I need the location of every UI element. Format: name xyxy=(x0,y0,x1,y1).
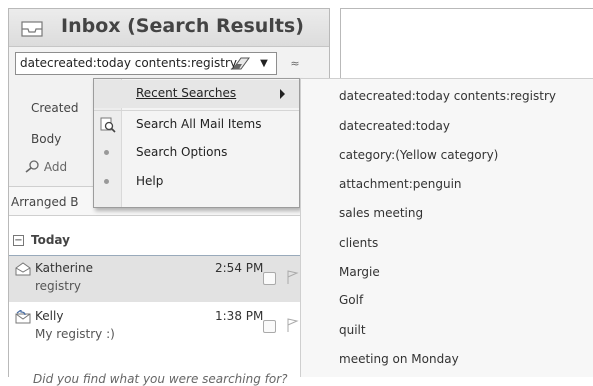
menu-item-label: Search All Mail Items xyxy=(136,117,262,131)
search-input-value: datecreated:today contents:registry xyxy=(20,56,237,70)
envelope-reply-icon xyxy=(15,310,31,324)
recent-search-item[interactable]: attachment:penguin xyxy=(339,177,462,191)
recent-search-item[interactable]: datecreated:today xyxy=(339,119,450,133)
pane-title: Inbox (Search Results) xyxy=(61,15,304,37)
reading-pane xyxy=(340,8,593,78)
bullet-icon xyxy=(104,150,109,155)
recent-searches-submenu: datecreated:today contents:registry date… xyxy=(300,78,593,377)
mail-time: 2:54 PM xyxy=(215,261,264,275)
mail-sender: Kelly xyxy=(35,309,64,323)
mail-subject: registry xyxy=(35,279,81,293)
criteria-body[interactable]: Body xyxy=(31,132,61,146)
group-header-today[interactable]: − Today xyxy=(9,230,329,256)
recent-search-item[interactable]: meeting on Monday xyxy=(339,352,459,366)
group-label: Today xyxy=(31,233,70,247)
search-dropdown-menu: Recent Searches Search All Mail Items Se… xyxy=(93,78,300,208)
recent-search-item[interactable]: Margie xyxy=(339,265,380,279)
pane-header: Inbox (Search Results) xyxy=(9,9,329,47)
submenu-arrow-icon xyxy=(280,89,285,99)
mail-subject: My registry :) xyxy=(35,327,115,341)
message-list: − Today Katherine registry 2:54 PM Kelly… xyxy=(9,216,329,386)
criteria-created[interactable]: Created xyxy=(31,101,79,115)
mail-sender: Katherine xyxy=(35,261,93,275)
search-icon xyxy=(100,117,116,133)
list-item[interactable]: Katherine registry 2:54 PM xyxy=(9,256,329,302)
list-item[interactable]: Kelly My registry :) 1:38 PM xyxy=(9,304,329,350)
menu-item-search-options[interactable]: Search Options xyxy=(94,139,299,167)
menu-item-label: Help xyxy=(136,174,164,188)
recent-search-item[interactable]: quilt xyxy=(339,323,366,337)
arrange-by-label: Arranged B xyxy=(11,195,79,209)
menu-item-label: Recent Searches xyxy=(136,86,236,100)
inbox-icon xyxy=(21,21,43,37)
add-criteria-label: Add xyxy=(43,160,68,174)
eraser-icon[interactable] xyxy=(230,55,252,72)
flag-icon[interactable] xyxy=(285,269,299,285)
search-input[interactable]: datecreated:today contents:registry ▼ xyxy=(15,52,277,75)
search-feedback-link[interactable]: Did you find what you were searching for… xyxy=(33,372,288,386)
menu-item-text: Recent Searches xyxy=(136,86,237,100)
menu-item-search-all[interactable]: Search All Mail Items xyxy=(94,110,299,138)
recent-search-item[interactable]: Golf xyxy=(339,293,363,307)
recent-search-item[interactable]: datecreated:today contents:registry xyxy=(339,89,556,103)
mail-time: 1:38 PM xyxy=(215,309,264,323)
menu-item-recent-searches[interactable]: Recent Searches xyxy=(94,80,299,108)
add-criteria-button[interactable]: Add xyxy=(25,160,67,174)
collapse-toggle-icon[interactable]: − xyxy=(13,235,24,246)
menu-item-label: Search Options xyxy=(136,145,228,159)
expand-chevron-icon[interactable]: ≈ xyxy=(287,56,303,72)
menu-item-help[interactable]: Help xyxy=(94,168,299,196)
bullet-icon xyxy=(104,179,109,184)
recent-search-item[interactable]: category:(Yellow category) xyxy=(339,148,498,162)
envelope-open-icon xyxy=(15,262,31,276)
recent-search-item[interactable]: sales meeting xyxy=(339,206,423,220)
category-checkbox[interactable] xyxy=(263,320,276,333)
recent-search-item[interactable]: clients xyxy=(339,236,378,250)
category-checkbox[interactable] xyxy=(263,272,276,285)
dropdown-arrow-icon[interactable]: ▼ xyxy=(255,56,273,72)
add-criteria-icon xyxy=(25,160,39,173)
flag-icon[interactable] xyxy=(285,317,299,333)
